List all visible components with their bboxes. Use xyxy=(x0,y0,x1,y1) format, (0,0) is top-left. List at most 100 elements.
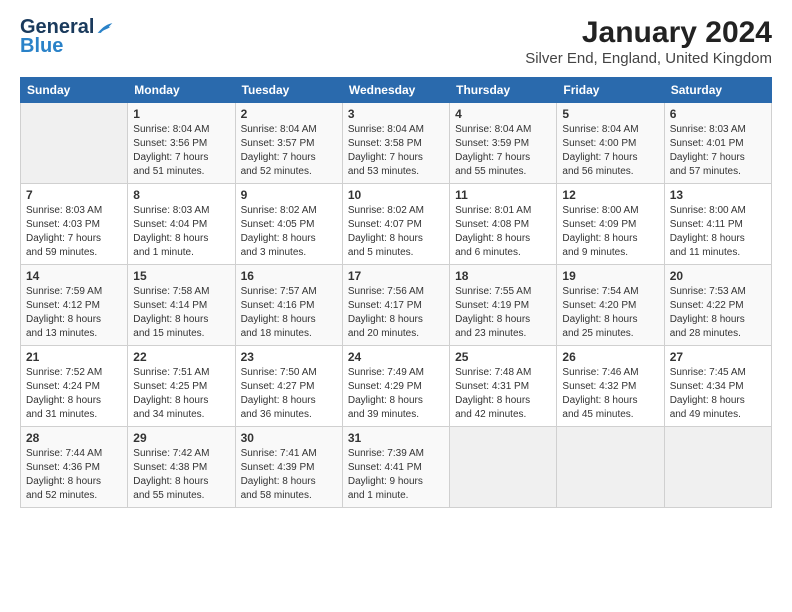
calendar-cell: 15 Sunrise: 7:58 AM Sunset: 4:14 PM Dayli… xyxy=(128,265,235,346)
calendar-cell: 29 Sunrise: 7:42 AM Sunset: 4:38 PM Dayli… xyxy=(128,427,235,508)
calendar-cell: 6Sunrise: 8:03 AM Sunset: 4:01 PM Daylig… xyxy=(664,103,771,184)
day-info: Sunrise: 8:04 AM Sunset: 3:57 PM Dayligh… xyxy=(241,123,337,179)
day-info: Sunrise: 7:59 AM Sunset: 4:12 PM Dayligh… xyxy=(26,285,122,341)
calendar-cell: 17Sunrise: 7:56 AM Sunset: 4:17 PM Dayli… xyxy=(342,265,449,346)
day-info: Sunrise: 7:58 AM Sunset: 4:14 PM Dayligh… xyxy=(133,285,229,341)
day-info: Sunrise: 8:04 AM Sunset: 3:59 PM Dayligh… xyxy=(455,123,551,179)
day-info: Sunrise: 8:03 AM Sunset: 4:01 PM Dayligh… xyxy=(670,123,766,179)
calendar-week-3: 14 Sunrise: 7:59 AM Sunset: 4:12 PM Dayli… xyxy=(21,265,772,346)
calendar-cell: 13Sunrise: 8:00 AM Sunset: 4:11 PM Dayli… xyxy=(664,184,771,265)
calendar-cell: 3 Sunrise: 8:04 AM Sunset: 3:58 PM Daylig… xyxy=(342,103,449,184)
calendar-header-monday: Monday xyxy=(128,78,235,103)
day-number: 24 xyxy=(348,350,444,364)
day-number: 21 xyxy=(26,350,122,364)
day-number: 31 xyxy=(348,431,444,445)
calendar-cell: 22Sunrise: 7:51 AM Sunset: 4:25 PM Dayli… xyxy=(128,346,235,427)
day-number: 8 xyxy=(133,188,229,202)
calendar-cell xyxy=(450,427,557,508)
day-number: 30 xyxy=(241,431,337,445)
day-info: Sunrise: 8:01 AM Sunset: 4:08 PM Dayligh… xyxy=(455,204,551,260)
day-info: Sunrise: 7:39 AM Sunset: 4:41 PM Dayligh… xyxy=(348,447,444,503)
day-info: Sunrise: 8:04 AM Sunset: 3:56 PM Dayligh… xyxy=(133,123,229,179)
calendar-cell: 23 Sunrise: 7:50 AM Sunset: 4:27 PM Dayli… xyxy=(235,346,342,427)
day-number: 10 xyxy=(348,188,444,202)
calendar-cell: 8 Sunrise: 8:03 AM Sunset: 4:04 PM Daylig… xyxy=(128,184,235,265)
day-info: Sunrise: 7:41 AM Sunset: 4:39 PM Dayligh… xyxy=(241,447,337,503)
day-number: 19 xyxy=(562,269,658,283)
day-number: 29 xyxy=(133,431,229,445)
calendar-cell: 7 Sunrise: 8:03 AM Sunset: 4:03 PM Daylig… xyxy=(21,184,128,265)
day-number: 23 xyxy=(241,350,337,364)
day-number: 7 xyxy=(26,188,122,202)
day-number: 25 xyxy=(455,350,551,364)
calendar-cell: 9 Sunrise: 8:02 AM Sunset: 4:05 PM Daylig… xyxy=(235,184,342,265)
calendar-cell xyxy=(664,427,771,508)
calendar-cell: 1 Sunrise: 8:04 AM Sunset: 3:56 PM Daylig… xyxy=(128,103,235,184)
calendar-cell: 26 Sunrise: 7:46 AM Sunset: 4:32 PM Dayli… xyxy=(557,346,664,427)
calendar-cell: 30 Sunrise: 7:41 AM Sunset: 4:39 PM Dayli… xyxy=(235,427,342,508)
calendar-week-1: 1 Sunrise: 8:04 AM Sunset: 3:56 PM Daylig… xyxy=(21,103,772,184)
logo: General Blue xyxy=(20,16,114,58)
day-number: 3 xyxy=(348,107,444,121)
calendar-week-4: 21 Sunrise: 7:52 AM Sunset: 4:24 PM Dayli… xyxy=(21,346,772,427)
calendar-cell: 18Sunrise: 7:55 AM Sunset: 4:19 PM Dayli… xyxy=(450,265,557,346)
day-number: 9 xyxy=(241,188,337,202)
calendar-header-saturday: Saturday xyxy=(664,78,771,103)
calendar-cell: 27 Sunrise: 7:45 AM Sunset: 4:34 PM Dayli… xyxy=(664,346,771,427)
main-title: January 2024 xyxy=(525,16,772,50)
day-number: 15 xyxy=(133,269,229,283)
day-info: Sunrise: 8:02 AM Sunset: 4:05 PM Dayligh… xyxy=(241,204,337,260)
day-info: Sunrise: 8:00 AM Sunset: 4:09 PM Dayligh… xyxy=(562,204,658,260)
title-section: January 2024 Silver End, England, United… xyxy=(525,16,772,67)
calendar-cell: 28Sunrise: 7:44 AM Sunset: 4:36 PM Dayli… xyxy=(21,427,128,508)
day-info: Sunrise: 7:50 AM Sunset: 4:27 PM Dayligh… xyxy=(241,366,337,422)
day-info: Sunrise: 8:03 AM Sunset: 4:04 PM Dayligh… xyxy=(133,204,229,260)
calendar-cell: 14 Sunrise: 7:59 AM Sunset: 4:12 PM Dayli… xyxy=(21,265,128,346)
calendar-header-sunday: Sunday xyxy=(21,78,128,103)
day-info: Sunrise: 7:48 AM Sunset: 4:31 PM Dayligh… xyxy=(455,366,551,422)
day-info: Sunrise: 7:45 AM Sunset: 4:34 PM Dayligh… xyxy=(670,366,766,422)
day-info: Sunrise: 7:44 AM Sunset: 4:36 PM Dayligh… xyxy=(26,447,122,503)
day-info: Sunrise: 7:55 AM Sunset: 4:19 PM Dayligh… xyxy=(455,285,551,341)
day-info: Sunrise: 7:46 AM Sunset: 4:32 PM Dayligh… xyxy=(562,366,658,422)
day-number: 14 xyxy=(26,269,122,283)
calendar-cell: 2 Sunrise: 8:04 AM Sunset: 3:57 PM Daylig… xyxy=(235,103,342,184)
day-number: 11 xyxy=(455,188,551,202)
day-info: Sunrise: 8:04 AM Sunset: 3:58 PM Dayligh… xyxy=(348,123,444,179)
calendar-header-thursday: Thursday xyxy=(450,78,557,103)
day-number: 12 xyxy=(562,188,658,202)
calendar-cell xyxy=(557,427,664,508)
day-info: Sunrise: 8:00 AM Sunset: 4:11 PM Dayligh… xyxy=(670,204,766,260)
calendar-cell: 5Sunrise: 8:04 AM Sunset: 4:00 PM Daylig… xyxy=(557,103,664,184)
day-info: Sunrise: 8:02 AM Sunset: 4:07 PM Dayligh… xyxy=(348,204,444,260)
day-number: 16 xyxy=(241,269,337,283)
calendar-cell: 24 Sunrise: 7:49 AM Sunset: 4:29 PM Dayli… xyxy=(342,346,449,427)
day-info: Sunrise: 7:53 AM Sunset: 4:22 PM Dayligh… xyxy=(670,285,766,341)
calendar-week-2: 7 Sunrise: 8:03 AM Sunset: 4:03 PM Daylig… xyxy=(21,184,772,265)
day-number: 26 xyxy=(562,350,658,364)
day-info: Sunrise: 7:57 AM Sunset: 4:16 PM Dayligh… xyxy=(241,285,337,341)
calendar-cell: 11 Sunrise: 8:01 AM Sunset: 4:08 PM Dayli… xyxy=(450,184,557,265)
calendar-table: SundayMondayTuesdayWednesdayThursdayFrid… xyxy=(20,77,772,508)
subtitle: Silver End, England, United Kingdom xyxy=(525,50,772,67)
day-info: Sunrise: 7:52 AM Sunset: 4:24 PM Dayligh… xyxy=(26,366,122,422)
calendar-header-friday: Friday xyxy=(557,78,664,103)
day-number: 1 xyxy=(133,107,229,121)
calendar-cell xyxy=(21,103,128,184)
logo-bird-icon xyxy=(96,21,114,35)
day-info: Sunrise: 7:49 AM Sunset: 4:29 PM Dayligh… xyxy=(348,366,444,422)
day-number: 5 xyxy=(562,107,658,121)
logo-blue: Blue xyxy=(20,35,63,58)
calendar-header-row: SundayMondayTuesdayWednesdayThursdayFrid… xyxy=(21,78,772,103)
day-info: Sunrise: 7:51 AM Sunset: 4:25 PM Dayligh… xyxy=(133,366,229,422)
day-number: 27 xyxy=(670,350,766,364)
day-number: 2 xyxy=(241,107,337,121)
calendar-header-tuesday: Tuesday xyxy=(235,78,342,103)
day-info: Sunrise: 7:56 AM Sunset: 4:17 PM Dayligh… xyxy=(348,285,444,341)
day-info: Sunrise: 7:42 AM Sunset: 4:38 PM Dayligh… xyxy=(133,447,229,503)
day-info: Sunrise: 8:03 AM Sunset: 4:03 PM Dayligh… xyxy=(26,204,122,260)
calendar-cell: 31 Sunrise: 7:39 AM Sunset: 4:41 PM Dayli… xyxy=(342,427,449,508)
day-info: Sunrise: 7:54 AM Sunset: 4:20 PM Dayligh… xyxy=(562,285,658,341)
calendar-cell: 12 Sunrise: 8:00 AM Sunset: 4:09 PM Dayli… xyxy=(557,184,664,265)
calendar-cell: 25 Sunrise: 7:48 AM Sunset: 4:31 PM Dayli… xyxy=(450,346,557,427)
